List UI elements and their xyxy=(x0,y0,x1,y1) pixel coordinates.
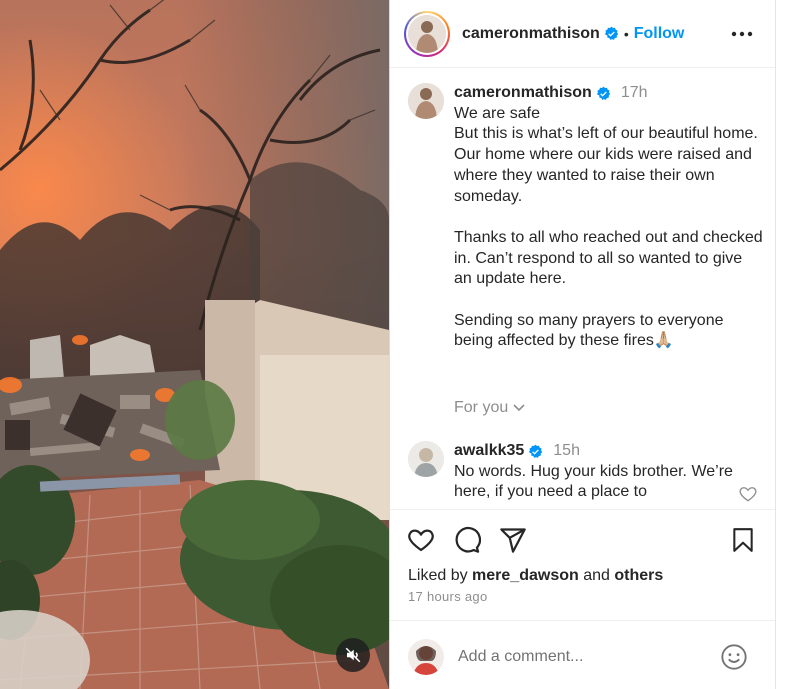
verified-badge-icon xyxy=(596,86,610,100)
chevron-down-icon xyxy=(513,404,525,412)
author-avatar xyxy=(408,14,446,53)
mute-toggle-button[interactable] xyxy=(336,638,370,672)
caption-text: We are safe But this is what’s left of o… xyxy=(454,104,763,352)
emoji-icon xyxy=(721,644,747,670)
author-username[interactable]: cameronmathison xyxy=(462,25,600,43)
liked-by-others-link[interactable]: others xyxy=(614,567,663,584)
share-icon xyxy=(500,528,526,553)
author-avatar-story-ring[interactable] xyxy=(404,10,450,57)
likes-prefix: Liked by xyxy=(408,567,468,584)
emoji-picker-button[interactable] xyxy=(720,643,748,671)
likes-summary: Liked by mere_dawson and others xyxy=(408,567,663,585)
comment-button[interactable] xyxy=(452,525,482,555)
like-button[interactable] xyxy=(406,525,436,555)
liked-by-user-link[interactable]: mere_dawson xyxy=(472,567,579,584)
bookmark-icon xyxy=(733,528,753,552)
post-detail-panel: cameronmathison • Follow cameronmathison… xyxy=(389,0,776,689)
comment-item: awalkk35 15h No words. Hug your kids bro… xyxy=(408,441,763,503)
for-you-toggle[interactable]: For you xyxy=(454,399,526,417)
comment-text: No words. Hug your kids brother. We’re h… xyxy=(454,462,733,501)
commenter-username[interactable]: awalkk35 xyxy=(454,441,524,462)
caption-line: Our home where our kids were raised and … xyxy=(454,146,752,205)
caption-username[interactable]: cameronmathison xyxy=(454,83,592,104)
page-edge xyxy=(775,0,790,689)
caption-time[interactable]: 17h xyxy=(621,83,648,104)
caption-line: But this is what’s left of our beautiful… xyxy=(454,125,758,143)
commenter-avatar[interactable] xyxy=(408,441,444,477)
fire-scene-image xyxy=(0,0,389,689)
current-user-avatar[interactable] xyxy=(408,639,444,675)
separator-dot: • xyxy=(623,25,629,42)
follow-button[interactable]: Follow xyxy=(634,25,685,43)
add-comment-bar xyxy=(390,620,776,689)
comments-section[interactable]: cameronmathison 17h We are safe But this… xyxy=(390,69,776,509)
muted-speaker-icon xyxy=(345,647,361,663)
heart-icon xyxy=(408,529,434,552)
post-header: cameronmathison • Follow xyxy=(390,0,776,68)
comment-like-heart-icon[interactable] xyxy=(738,484,758,504)
likes-and: and xyxy=(583,567,610,584)
comment-icon xyxy=(455,526,481,553)
caption-line: We are safe xyxy=(454,104,540,122)
for-you-label: For you xyxy=(454,399,509,416)
verified-badge-icon xyxy=(604,26,618,40)
comment-time[interactable]: 15h xyxy=(553,441,580,462)
more-options-icon xyxy=(731,31,753,37)
caption-line: Sending so many prayers to everyone bein… xyxy=(454,311,724,350)
post-actions: Liked by mere_dawson and others 17 hours… xyxy=(390,509,776,609)
more-options-button[interactable] xyxy=(730,22,754,46)
post-timestamp[interactable]: 17 hours ago xyxy=(408,589,488,604)
post-media-video[interactable] xyxy=(0,0,389,689)
caption: cameronmathison 17h We are safe But this… xyxy=(408,83,763,352)
caption-line: Thanks to all who reached out and checke… xyxy=(454,228,763,288)
share-button[interactable] xyxy=(498,525,528,555)
verified-badge-icon xyxy=(529,444,543,458)
save-button[interactable] xyxy=(728,525,758,555)
comment-input[interactable] xyxy=(458,643,708,671)
caption-author-avatar[interactable] xyxy=(408,83,444,119)
